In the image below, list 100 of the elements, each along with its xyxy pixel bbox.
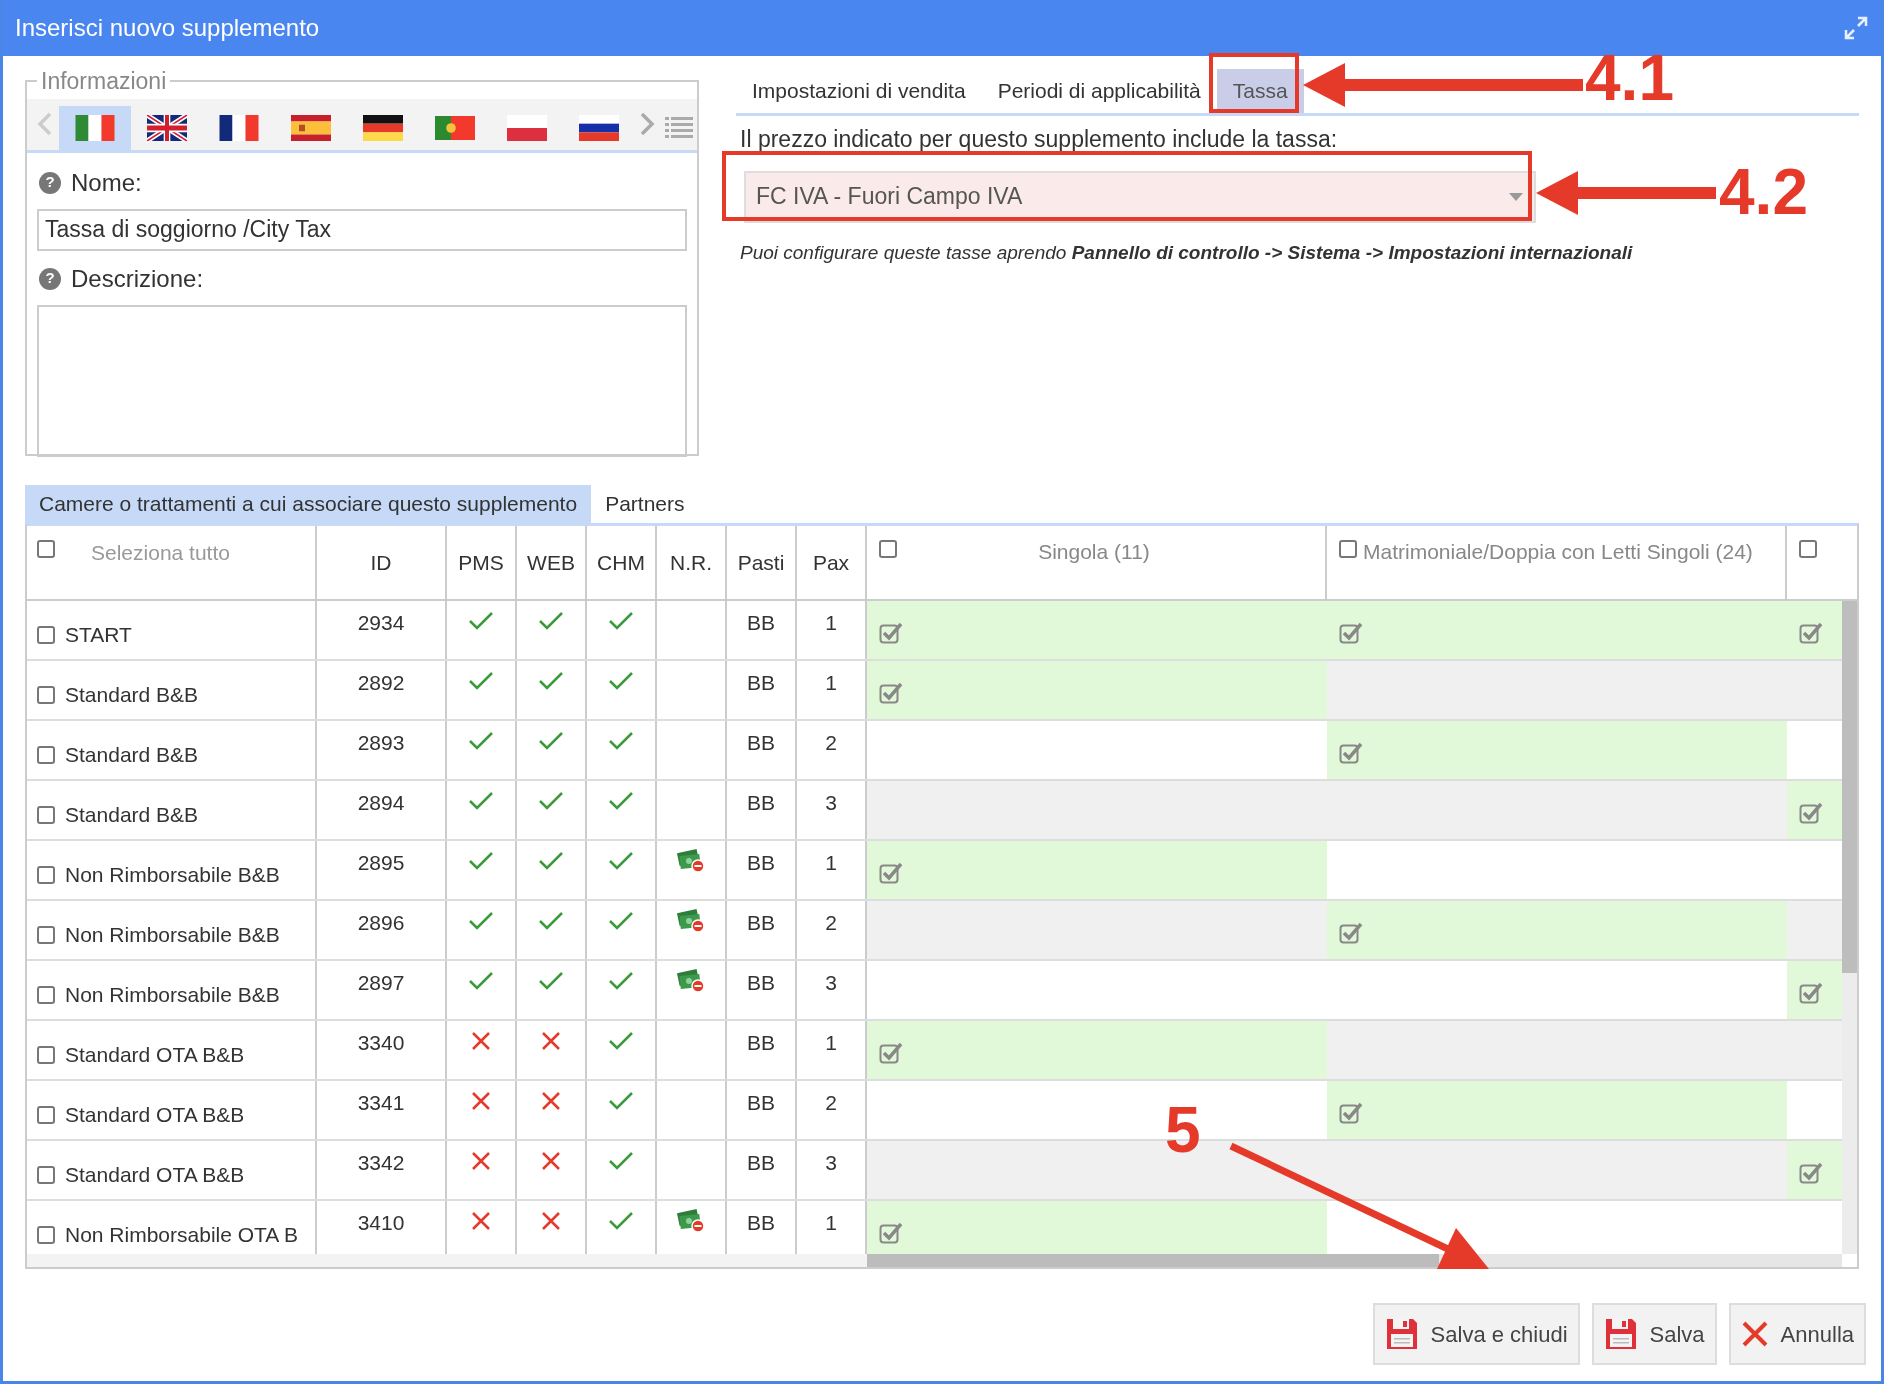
- table-cell-text: BB: [747, 730, 775, 756]
- flag-icon: [507, 114, 547, 141]
- checkbox[interactable]: [37, 986, 55, 1004]
- room-cell[interactable]: [867, 601, 1327, 659]
- list-icon[interactable]: [665, 115, 693, 138]
- banknote-icon: [676, 967, 706, 993]
- room-cell[interactable]: [867, 841, 1327, 899]
- checkbox[interactable]: [37, 926, 55, 944]
- tab[interactable]: Impostazioni di vendita: [736, 69, 982, 113]
- checkbox[interactable]: [37, 1226, 55, 1244]
- column-header: N.R.: [670, 549, 712, 576]
- room-cell[interactable]: [1327, 781, 1787, 839]
- room-cell[interactable]: [1327, 661, 1787, 719]
- table-cell-text: 2: [825, 1090, 837, 1116]
- checked-checkbox-icon[interactable]: [1339, 922, 1363, 944]
- checkbox[interactable]: [37, 746, 55, 764]
- room-cell[interactable]: [1327, 901, 1787, 959]
- table-cell-text: 3410: [357, 1210, 405, 1236]
- tax-select[interactable]: FC IVA - Fuori Campo IVA: [744, 170, 1536, 223]
- field-label: Nome:: [71, 167, 142, 198]
- checkbox[interactable]: [879, 540, 897, 558]
- checkbox[interactable]: [37, 686, 55, 704]
- table-cell-text: 2934: [357, 610, 405, 636]
- table-cell-text: BB: [747, 1210, 775, 1236]
- room-cell[interactable]: [1787, 901, 1842, 959]
- table-cell-text: 2895: [357, 850, 405, 876]
- checkbox[interactable]: [37, 1046, 55, 1064]
- description-field[interactable]: [37, 304, 687, 457]
- checked-checkbox-icon[interactable]: [1339, 622, 1363, 644]
- room-cell[interactable]: [1327, 721, 1787, 779]
- chevron-right-icon[interactable]: [639, 111, 655, 136]
- checked-checkbox-icon[interactable]: [879, 1222, 903, 1244]
- room-cell[interactable]: [867, 901, 1327, 959]
- table-cell-text: Non Rimborsabile B&B: [65, 982, 280, 1009]
- room-cell[interactable]: [1327, 1021, 1787, 1079]
- room-cell[interactable]: [867, 781, 1327, 839]
- checkbox[interactable]: [37, 1166, 55, 1184]
- room-cell[interactable]: [1787, 601, 1842, 659]
- checked-checkbox-icon[interactable]: [1799, 802, 1823, 824]
- room-cell[interactable]: [1787, 961, 1842, 1019]
- checked-checkbox-icon[interactable]: [1339, 1102, 1363, 1124]
- save-button[interactable]: Salva: [1591, 1303, 1717, 1365]
- scrollbar[interactable]: [867, 1254, 1842, 1267]
- help-icon[interactable]: ?: [39, 267, 61, 290]
- checkbox[interactable]: [1799, 540, 1817, 558]
- checkbox[interactable]: [37, 866, 55, 884]
- checked-checkbox-icon[interactable]: [879, 682, 903, 704]
- checked-checkbox-icon[interactable]: [1799, 982, 1823, 1004]
- name-field[interactable]: Tassa di soggiorno /City Tax: [37, 208, 687, 251]
- flag-icon: [435, 114, 475, 141]
- room-cell[interactable]: [867, 661, 1327, 719]
- checked-checkbox-icon[interactable]: [879, 622, 903, 644]
- table-cell-text: 1: [825, 610, 837, 636]
- checked-checkbox-icon[interactable]: [1799, 1162, 1823, 1184]
- table-cell-text: BB: [747, 970, 775, 996]
- table-cell-text: 1: [825, 1030, 837, 1056]
- table-cell-text: Standard B&B: [65, 802, 199, 829]
- table-cell-text: 3341: [357, 1090, 405, 1116]
- table-cell-text: Standard B&B: [65, 742, 199, 769]
- checked-checkbox-icon[interactable]: [879, 862, 903, 884]
- section-tab[interactable]: Camere o trattamenti a cui associare questo supplemento: [25, 485, 592, 523]
- table-cell-text: Standard OTA B&B: [65, 1162, 245, 1189]
- room-cell[interactable]: [1787, 661, 1842, 719]
- section-tab[interactable]: Partners: [591, 485, 699, 523]
- checked-checkbox-icon[interactable]: [879, 1042, 903, 1064]
- table-cell-text: Non Rimborsabile OTA B: [65, 1222, 299, 1249]
- tax-note: Puoi configurare queste tasse aprendo Pannello di controllo -> Sistema -> Impostazioni internazionali: [740, 240, 1634, 265]
- checkbox[interactable]: [37, 540, 55, 558]
- checked-checkbox-icon[interactable]: [1339, 742, 1363, 764]
- checkbox[interactable]: [37, 626, 55, 644]
- checkbox[interactable]: [1339, 540, 1357, 558]
- column-header: Seleziona tutto: [91, 540, 230, 566]
- room-cell[interactable]: [1787, 1141, 1842, 1199]
- table-cell-text: BB: [747, 1030, 775, 1056]
- room-cell[interactable]: [867, 1021, 1327, 1079]
- table-cell-text: BB: [747, 610, 775, 636]
- checked-checkbox-icon[interactable]: [1799, 622, 1823, 644]
- flag-icon: [363, 114, 403, 141]
- dropdown-caret-icon: [1508, 191, 1524, 202]
- table-cell-text: BB: [747, 910, 775, 936]
- scrollbar[interactable]: [1842, 601, 1857, 1254]
- expand-icon[interactable]: [1843, 15, 1869, 41]
- table-cell-text: BB: [747, 1090, 775, 1116]
- checkbox[interactable]: [37, 806, 55, 824]
- checkbox[interactable]: [37, 1106, 55, 1124]
- help-icon[interactable]: ?: [39, 171, 61, 194]
- column-header: Matrimoniale/Doppia con Letti Singoli (24): [1363, 539, 1753, 565]
- room-cell[interactable]: [867, 1201, 1327, 1254]
- room-cell[interactable]: [1787, 781, 1842, 839]
- table-cell-text: Non Rimborsabile B&B: [65, 862, 280, 889]
- table-cell-text: Standard OTA B&B: [65, 1042, 245, 1069]
- room-cell[interactable]: [1327, 1081, 1787, 1139]
- cancel-button[interactable]: Annulla: [1728, 1303, 1866, 1365]
- table-cell-text: 2: [825, 910, 837, 936]
- close-icon: [1740, 1320, 1769, 1348]
- tax-prompt: Il prezzo indicato per questo supplemento include la tassa:: [740, 125, 1339, 154]
- tab[interactable]: Periodi di applicabilità: [981, 69, 1217, 113]
- room-cell[interactable]: [1327, 1141, 1787, 1199]
- table-cell-text: 2896: [357, 910, 405, 936]
- save-button[interactable]: Salva e chiudi: [1372, 1303, 1580, 1365]
